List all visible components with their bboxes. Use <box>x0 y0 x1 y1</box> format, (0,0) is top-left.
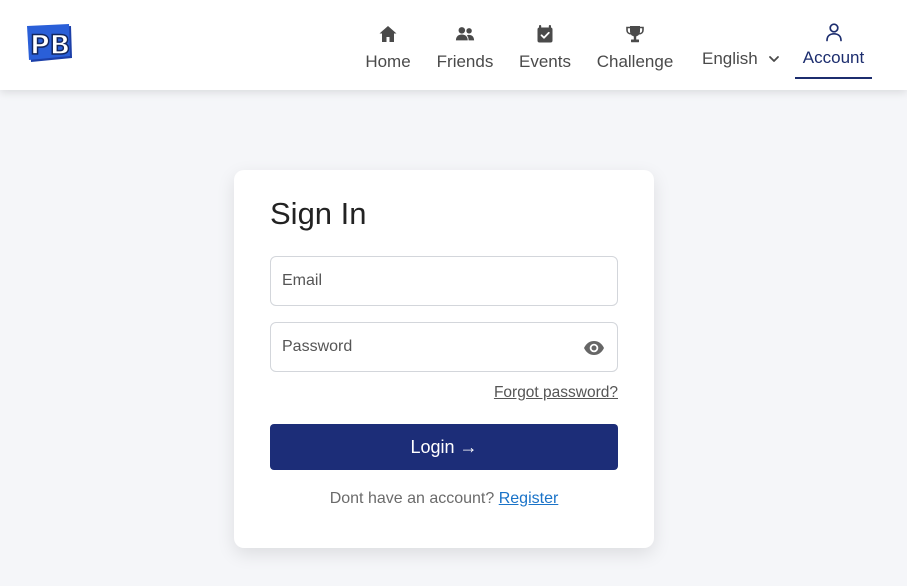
language-select-value: English <box>702 49 758 68</box>
top-navbar: PB Home Friends Events Challenge English… <box>0 0 907 90</box>
nav-account[interactable]: Account <box>795 22 872 79</box>
register-link[interactable]: Register <box>499 490 559 507</box>
nav-challenge[interactable]: Challenge <box>595 24 675 72</box>
pb-logo[interactable]: PB <box>26 24 74 64</box>
nav-friends[interactable]: Friends <box>434 24 496 72</box>
email-field <box>270 256 618 306</box>
nav-home[interactable]: Home <box>364 24 412 72</box>
nav-home-label: Home <box>365 52 411 71</box>
user-icon <box>825 23 842 42</box>
password-field <box>270 322 618 372</box>
nav-events-label: Events <box>519 52 571 71</box>
forgot-password-link[interactable]: Forgot password? <box>494 384 618 402</box>
login-button[interactable]: Login → <box>270 424 618 470</box>
register-prompt-row: Dont have an account? Register <box>234 490 654 508</box>
nav-challenge-label: Challenge <box>596 52 674 71</box>
signin-card: Sign In Forgot password? Login → Dont ha… <box>234 170 654 548</box>
trophy-icon <box>626 26 644 43</box>
home-icon <box>379 26 397 42</box>
register-prompt-text: Dont have an account? <box>329 490 495 507</box>
friends-icon <box>455 27 475 41</box>
nav-friends-label: Friends <box>436 52 494 71</box>
calendar-check-icon <box>537 25 553 43</box>
chevron-down-icon <box>768 56 779 62</box>
nav-events[interactable]: Events <box>517 24 573 72</box>
nav-account-label: Account <box>802 48 865 67</box>
password-input[interactable] <box>271 323 617 371</box>
signin-title: Sign In <box>270 196 367 231</box>
eye-icon[interactable] <box>583 338 605 358</box>
svg-text:PB: PB <box>30 30 70 61</box>
language-select[interactable]: English <box>702 49 780 69</box>
email-input[interactable] <box>271 257 617 305</box>
pb-logo-icon: PB <box>27 24 72 62</box>
